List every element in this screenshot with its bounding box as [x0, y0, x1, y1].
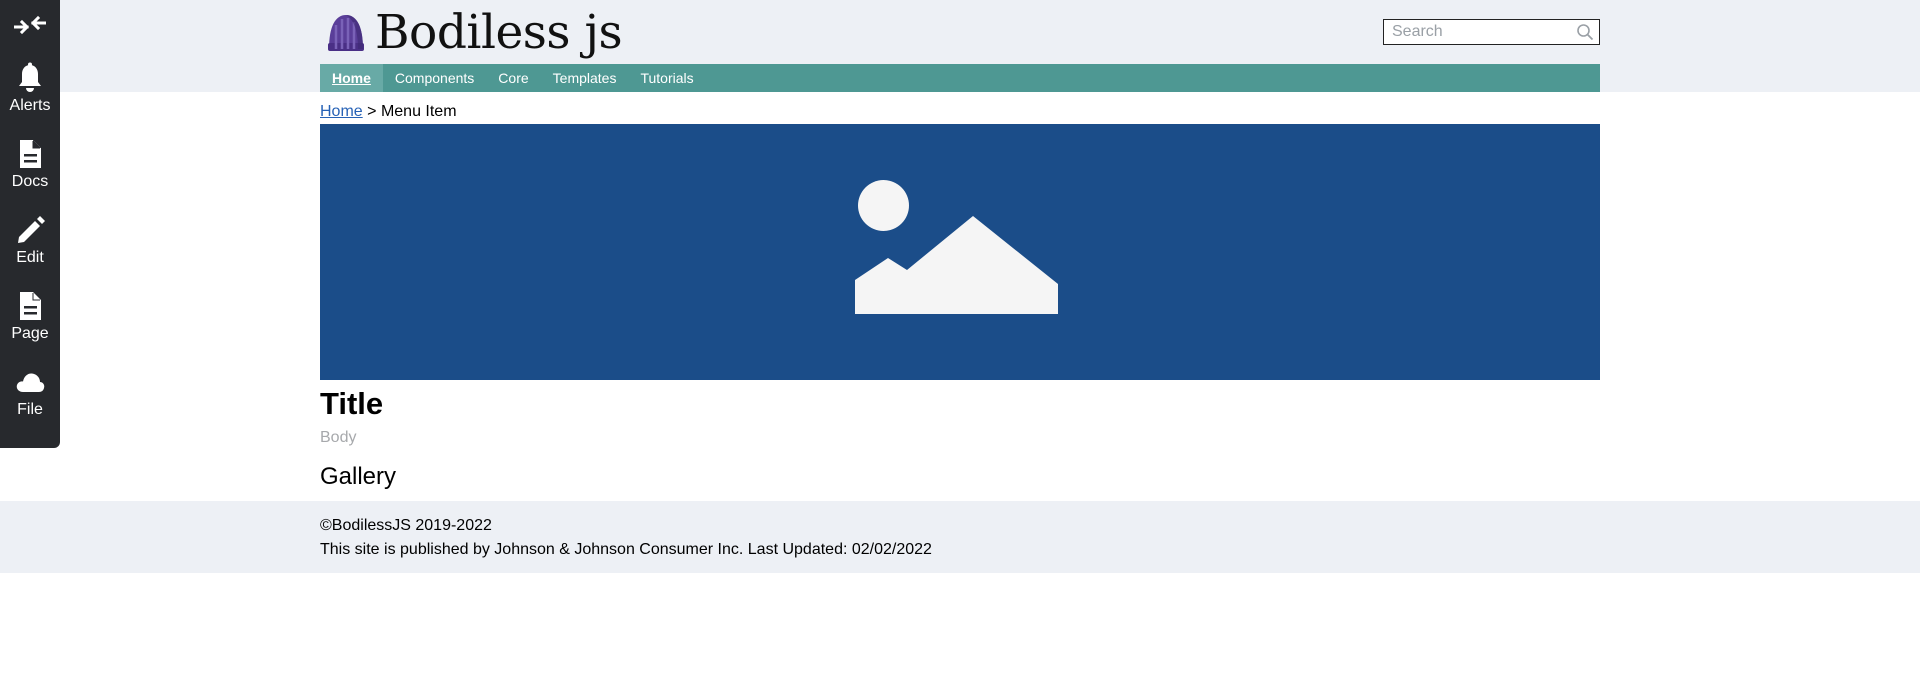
cloud-icon [16, 373, 45, 392]
document-icon [20, 140, 41, 168]
search-input[interactable] [1384, 21, 1569, 43]
toolbar-edit-button[interactable]: Edit [0, 214, 60, 267]
toolbar-label: Edit [16, 249, 44, 266]
admin-toolbar: Alerts Docs Edit Page File [0, 0, 60, 448]
breadcrumb-current: Menu Item [380, 103, 457, 120]
breadcrumb: Home > Menu Item [320, 102, 457, 122]
breadcrumb-separator: > [367, 103, 377, 120]
footer-published: This site is published by Johnson & John… [320, 541, 932, 558]
breadcrumb-home-link[interactable]: Home [320, 103, 363, 120]
search-icon[interactable] [1576, 23, 1594, 41]
hero-image[interactable] [320, 124, 1600, 380]
site-footer: ©BodilessJS 2019-2022 This site is publi… [0, 501, 1920, 573]
toolbar-page-button[interactable]: Page [0, 290, 60, 343]
page-title[interactable]: Title [320, 384, 383, 424]
toolbar-file-button[interactable]: File [0, 366, 60, 419]
nav-item-home[interactable]: Home [320, 64, 383, 92]
toolbar-label: Page [11, 325, 49, 342]
search-box [1383, 19, 1600, 45]
nav-item-core[interactable]: Core [486, 64, 540, 92]
gallery-heading: Gallery [320, 463, 397, 490]
toolbar-alerts-button[interactable]: Alerts [0, 62, 60, 115]
image-placeholder-icon [855, 180, 1058, 314]
collapse-arrows-icon[interactable] [14, 13, 46, 37]
toolbar-docs-button[interactable]: Docs [0, 138, 60, 191]
site-header: Bodiless js Home Components Core Templat… [0, 0, 1920, 92]
toolbar-label: Docs [11, 173, 49, 190]
main-nav: Home Components Core Templates Tutorials [320, 64, 1600, 92]
footer-copyright: ©BodilessJS 2019-2022 [320, 517, 492, 534]
nav-item-tutorials[interactable]: Tutorials [628, 64, 705, 92]
toolbar-label: Alerts [9, 97, 51, 114]
pencil-icon [18, 216, 45, 243]
toolbar-label: File [17, 401, 43, 418]
nav-item-components[interactable]: Components [383, 64, 486, 92]
bell-icon [19, 62, 41, 92]
page-icon [20, 292, 41, 320]
beanie-logo-icon [328, 15, 364, 51]
site-logo[interactable]: Bodiless js [325, 5, 623, 60]
page-body[interactable]: Body [320, 428, 356, 448]
logo-text: Bodiless js [375, 5, 623, 60]
nav-item-templates[interactable]: Templates [541, 64, 629, 92]
